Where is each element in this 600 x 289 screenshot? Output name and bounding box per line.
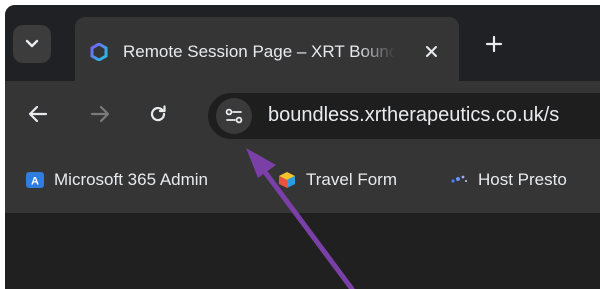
back-button[interactable] [23, 99, 53, 129]
bookmark-label: Microsoft 365 Admin [54, 170, 209, 189]
forward-button[interactable] [85, 99, 115, 129]
tab-search-button[interactable] [13, 25, 51, 63]
arrow-left-icon [28, 105, 48, 123]
ms365-admin-icon: A [25, 170, 45, 190]
bookmark-microsoft-365-admin[interactable]: A Microsoft 365 Admin [25, 165, 208, 195]
bookmark-host-presto[interactable]: Host Presto [449, 165, 567, 195]
reload-icon [150, 105, 166, 122]
bookmark-label: Host Presto [478, 170, 567, 189]
new-tab-button[interactable] [479, 29, 509, 59]
tab-strip: Remote Session Page – XRT Boundless [5, 5, 600, 81]
arrow-right-icon [90, 105, 110, 123]
bookmarks-bar: A Microsoft 365 Admin Travel Form Host P… [5, 155, 600, 213]
xrt-logo-icon [90, 43, 108, 61]
bookmark-label: Travel Form [306, 170, 397, 189]
tab-active[interactable]: Remote Session Page – XRT Boundless [75, 17, 459, 81]
toolbar: boundless.xrtherapeutics.co.uk/s [5, 81, 600, 155]
reload-button[interactable] [143, 99, 173, 129]
tab-close-button[interactable] [419, 39, 443, 63]
tune-icon [225, 108, 243, 124]
page-content [5, 213, 600, 289]
close-icon [425, 45, 437, 57]
bookmark-travel-form[interactable]: Travel Form [277, 165, 397, 195]
cube-icon [277, 170, 297, 190]
sparkle-icon [449, 170, 469, 190]
chevron-down-icon [25, 39, 39, 48]
browser-window: Remote Session Page – XRT Boundless [5, 5, 600, 289]
url-text: boundless.xrtherapeutics.co.uk/s [268, 104, 560, 126]
address-bar[interactable]: boundless.xrtherapeutics.co.uk/s [208, 93, 600, 139]
site-info-button[interactable] [216, 98, 252, 134]
tab-title: Remote Session Page – XRT Boundless [123, 42, 395, 61]
plus-icon [485, 35, 503, 53]
svg-text:A: A [31, 176, 39, 188]
